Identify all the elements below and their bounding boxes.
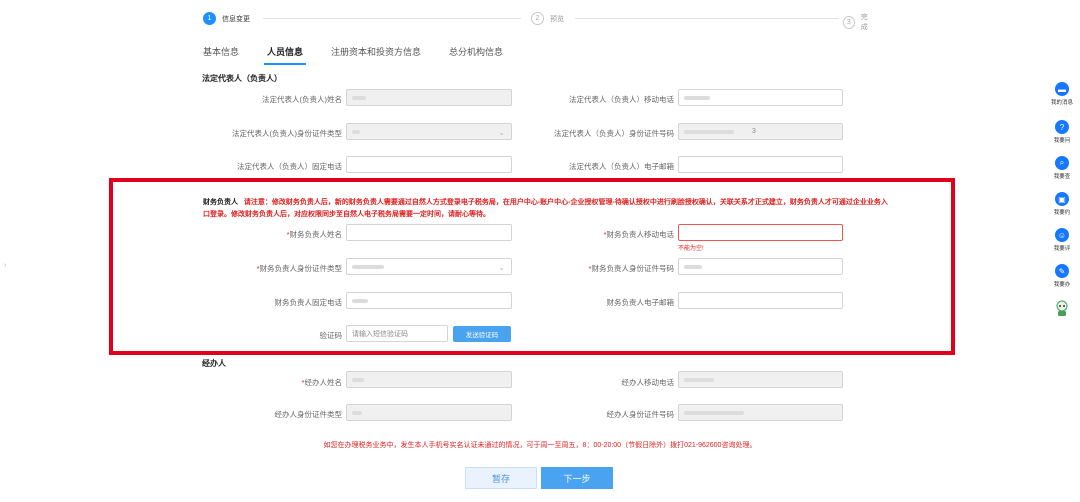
step-label: 信息变更 bbox=[222, 15, 250, 23]
legal-idno-label: 法定代表人（负责人）身份证件号码 bbox=[554, 129, 674, 138]
sidebar-item-appointment[interactable]: ▣ 我要约 bbox=[1044, 192, 1080, 216]
finance-idno-field[interactable] bbox=[678, 258, 843, 275]
tab-bar: 基本信息 人员信息 注册资本和投资方信息 总分机构信息 bbox=[200, 45, 528, 65]
finance-section-title: 财务负责人 bbox=[203, 199, 238, 206]
legal-email-label: 法定代表人（负责人）电子邮箱 bbox=[569, 162, 674, 171]
handler-mobile-label: 经办人移动电话 bbox=[621, 378, 675, 387]
legal-email-field[interactable] bbox=[678, 156, 843, 173]
handler-name-label: *经办人姓名 bbox=[301, 378, 342, 387]
legal-idtype-label: 法定代表人(负责人)身份证件类型 bbox=[232, 129, 342, 138]
legal-name-label: 法定代表人(负责人)姓名 bbox=[262, 95, 342, 104]
legal-idno-field[interactable]: 3 bbox=[678, 123, 843, 140]
save-draft-button[interactable]: 暂存 bbox=[465, 467, 537, 489]
message-icon: ▬ bbox=[1055, 82, 1069, 96]
finance-notice-text: 请注意：修改财务负责人后，新的财务负责人需要通过自然人方式登录电子税务局，在用户… bbox=[203, 199, 888, 218]
handler-mobile-field[interactable] bbox=[678, 371, 843, 388]
finance-notice: 财务负责人 请注意：修改财务负责人后，新的财务负责人需要通过自然人方式登录电子税… bbox=[203, 197, 893, 221]
finance-name-field[interactable] bbox=[346, 224, 512, 241]
finance-phone-field[interactable] bbox=[346, 292, 512, 309]
tab-branch-info[interactable]: 总分机构信息 bbox=[446, 45, 506, 65]
finance-mobile-field[interactable] bbox=[678, 224, 843, 241]
tab-capital-investors[interactable]: 注册资本和投资方信息 bbox=[328, 45, 424, 65]
sidebar-item-rate[interactable]: ☺ 我要评 bbox=[1044, 228, 1080, 252]
step-label: 预览 bbox=[550, 15, 564, 23]
next-step-button[interactable]: 下一步 bbox=[541, 467, 613, 489]
step-preview: 2 预览 bbox=[531, 12, 564, 25]
sidebar-item-ask[interactable]: ? 我要问 bbox=[1044, 120, 1080, 144]
finance-idtype-label: *财务负责人身份证件类型 bbox=[256, 264, 342, 273]
step-label: 完成 bbox=[860, 14, 868, 31]
captcha-label: 验证码 bbox=[319, 331, 343, 340]
chevron-left-icon[interactable]: › bbox=[4, 262, 6, 269]
tab-basic-info[interactable]: 基本信息 bbox=[200, 45, 242, 65]
handler-idno-label: 经办人身份证件号码 bbox=[606, 410, 675, 419]
step-complete: 3 完成 bbox=[843, 12, 873, 32]
section-title-legal: 法定代表人（负责人） bbox=[202, 74, 282, 83]
robot-assistant-icon[interactable] bbox=[1044, 300, 1080, 320]
footer-note: 如您在办理税务业务中，发生本人手机号实名认证未通过的情况，可于周一至周五，8：0… bbox=[323, 442, 757, 449]
handler-idno-field[interactable] bbox=[678, 404, 843, 421]
search-icon: ⌕ bbox=[1055, 156, 1069, 170]
sidebar-item-handle[interactable]: ✎ 我要办 bbox=[1044, 264, 1080, 288]
finance-idtype-select[interactable]: ⌄ bbox=[346, 258, 512, 275]
send-code-button[interactable]: 发送验证码 bbox=[453, 326, 511, 342]
handler-idtype-label: 经办人身份证件类型 bbox=[274, 410, 343, 419]
sidebar-item-messages[interactable]: ▬ 我的消息 bbox=[1044, 82, 1080, 106]
chevron-down-icon: ⌄ bbox=[498, 263, 505, 272]
finance-mobile-error: 不能为空! bbox=[678, 246, 704, 252]
step-info-change: 1 信息变更 bbox=[203, 12, 250, 25]
handler-idtype-field[interactable] bbox=[346, 404, 512, 421]
edit-icon: ✎ bbox=[1055, 264, 1069, 278]
legal-name-field[interactable] bbox=[346, 89, 512, 106]
step-connector bbox=[263, 18, 521, 19]
finance-mobile-label: *财务负责人移动电话 bbox=[603, 230, 674, 239]
step-connector bbox=[575, 18, 839, 19]
legal-mobile-label: 法定代表人（负责人）移动电话 bbox=[569, 95, 674, 104]
legal-mobile-field[interactable] bbox=[678, 89, 843, 106]
step-number: 1 bbox=[203, 12, 216, 25]
chevron-down-icon: ⌄ bbox=[498, 128, 505, 137]
legal-phone-field[interactable] bbox=[346, 156, 512, 173]
appointment-icon: ▣ bbox=[1055, 192, 1069, 206]
robot-icon bbox=[1056, 300, 1068, 316]
legal-idno-tail: 3 bbox=[752, 128, 756, 135]
step-number: 2 bbox=[531, 12, 544, 25]
legal-idtype-select[interactable]: ⌄ bbox=[346, 123, 512, 140]
sidebar-item-search[interactable]: ⌕ 我要查 bbox=[1044, 156, 1080, 180]
finance-idno-label: *财务负责人身份证件号码 bbox=[588, 264, 674, 273]
legal-phone-label: 法定代表人（负责人）固定电话 bbox=[237, 162, 342, 171]
handler-name-field[interactable] bbox=[346, 371, 512, 388]
finance-phone-label: 财务负责人固定电话 bbox=[274, 298, 343, 307]
finance-email-label: 财务负责人电子邮箱 bbox=[606, 298, 675, 307]
section-title-handler: 经办人 bbox=[202, 359, 226, 368]
question-icon: ? bbox=[1055, 120, 1069, 134]
rate-icon: ☺ bbox=[1055, 228, 1069, 242]
tab-personnel-info[interactable]: 人员信息 bbox=[264, 45, 307, 65]
captcha-input[interactable]: 请输入短信验证码 bbox=[346, 325, 448, 342]
finance-email-field[interactable] bbox=[678, 292, 843, 309]
step-number: 3 bbox=[843, 15, 855, 29]
finance-name-label: *财务负责人姓名 bbox=[286, 230, 342, 239]
progress-steps: 1 信息变更 2 预览 3 完成 bbox=[203, 12, 873, 31]
